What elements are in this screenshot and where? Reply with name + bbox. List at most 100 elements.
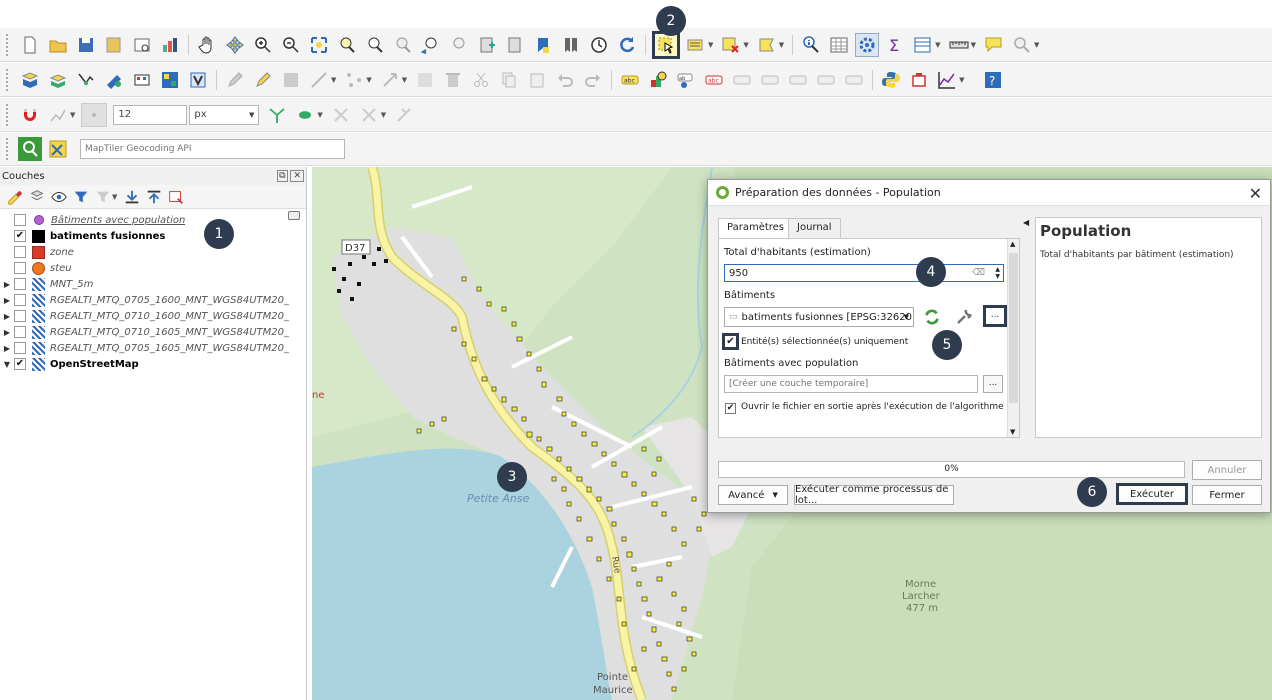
add-mesh-icon[interactable] <box>130 68 154 92</box>
chevron-down-icon[interactable]: ▼ <box>708 41 713 49</box>
layer-row-batiments-population[interactable]: Bâtiments avec population <box>0 212 306 228</box>
layer-row-mnt[interactable]: ▶ MNT_5m <box>0 276 306 292</box>
close-icon[interactable]: ✕ <box>1249 184 1262 203</box>
layer-checkbox[interactable] <box>14 278 26 290</box>
data-source-manager-icon[interactable] <box>18 68 42 92</box>
add-group-icon[interactable] <box>28 185 46 209</box>
snap-intersection-icon[interactable] <box>293 103 317 127</box>
move-feature-icon[interactable] <box>378 68 402 92</box>
chevron-down-icon[interactable]: ▼ <box>381 111 386 119</box>
advanced-button[interactable]: Avancé ▼ <box>718 485 788 505</box>
search-disabled-icon[interactable] <box>1010 33 1034 57</box>
identify-icon[interactable] <box>799 33 823 57</box>
scroll-down-icon[interactable]: ▼ <box>1010 428 1015 436</box>
layer-checkbox[interactable] <box>14 214 26 226</box>
run-button[interactable]: Exécuter <box>1116 483 1188 505</box>
chevron-down-icon[interactable]: ▼ <box>971 41 976 49</box>
help-icon[interactable]: ? <box>981 68 1005 92</box>
layer-checkbox[interactable]: ✔ <box>14 358 26 370</box>
chevron-down-icon[interactable]: ▼ <box>112 193 117 201</box>
digitize-line-icon[interactable] <box>307 68 331 92</box>
geocoder-locate-icon[interactable] <box>46 137 70 161</box>
snap-tolerance-input[interactable] <box>113 104 188 125</box>
paste-icon[interactable] <box>525 68 549 92</box>
topological-editing-icon[interactable] <box>265 103 289 127</box>
save-project-icon[interactable] <box>74 33 98 57</box>
profile-tool-icon[interactable] <box>935 68 959 92</box>
remove-layer-icon[interactable] <box>167 185 185 209</box>
chevron-down-icon[interactable]: ▼ <box>959 76 964 84</box>
batiments-layer-select[interactable]: ▭ batiments fusionnes [EPSG:32620] ▼ <box>724 307 914 327</box>
copy-icon[interactable] <box>497 68 521 92</box>
self-snap-icon[interactable] <box>329 103 353 127</box>
chevron-down-icon[interactable]: ▼ <box>366 76 371 84</box>
refresh-icon[interactable] <box>615 33 639 57</box>
spin-arrows-icon[interactable]: ▲ ▼ <box>995 266 1000 280</box>
expand-all-icon[interactable] <box>123 185 141 209</box>
toolbar-grip[interactable] <box>6 33 12 56</box>
style-brush-icon[interactable] <box>6 185 24 209</box>
processing-toolbox-icon[interactable] <box>855 32 880 57</box>
layer-row-zone[interactable]: zone <box>0 244 306 260</box>
output-path-input[interactable] <box>724 375 978 393</box>
tab-parametres[interactable]: Paramètres <box>718 218 794 238</box>
layer-checkbox[interactable] <box>14 294 26 306</box>
toolbar-grip[interactable] <box>6 68 12 91</box>
bookmark-icon[interactable] <box>531 33 555 57</box>
habitants-spinbox[interactable]: 950 ⌫ ▲ ▼ <box>724 264 1004 282</box>
save-as-icon[interactable] <box>102 33 126 57</box>
expand-arrow-icon[interactable]: ▶ <box>0 312 14 321</box>
expand-arrow-icon[interactable]: ▶ <box>0 280 14 289</box>
undo-icon[interactable] <box>553 68 577 92</box>
zoom-full-icon[interactable] <box>307 33 331 57</box>
avoid-overlap-icon[interactable] <box>392 103 416 127</box>
iterate-icon[interactable] <box>922 308 942 326</box>
redo-icon[interactable] <box>581 68 605 92</box>
clock-icon[interactable] <box>587 33 611 57</box>
vertex-tool-icon[interactable] <box>342 68 366 92</box>
layer-row-steu[interactable]: steu <box>0 260 306 276</box>
expand-arrow-icon[interactable]: ▶ <box>0 328 14 337</box>
label-icon[interactable]: abc <box>618 68 642 92</box>
chevron-down-icon[interactable]: ▼ <box>331 76 336 84</box>
layer-row-rgealti-4[interactable]: ▶ RGEALTI_MTQ_0705_1605_MNT_WGS84UTM20_ <box>0 340 306 356</box>
scroll-thumb[interactable] <box>1009 253 1018 403</box>
show-bookmarks-icon[interactable] <box>503 33 527 57</box>
select-by-value-icon[interactable] <box>684 33 708 57</box>
label-extra-icon[interactable] <box>842 68 866 92</box>
new-project-icon[interactable] <box>18 33 42 57</box>
cancel-button[interactable]: Annuler <box>1192 460 1262 480</box>
toolbar-grip[interactable] <box>6 138 12 160</box>
zoom-next-icon[interactable] <box>447 33 471 57</box>
layer-row-rgealti-3[interactable]: ▶ RGEALTI_MTQ_0710_1605_MNT_WGS84UTM20_ <box>0 324 306 340</box>
layer-checkbox[interactable] <box>14 342 26 354</box>
delete-icon[interactable] <box>441 68 465 92</box>
open-table-icon[interactable] <box>911 33 935 57</box>
geocoder-search-icon[interactable] <box>18 137 42 161</box>
tab-journal[interactable]: Journal <box>788 218 841 238</box>
modify-attributes-icon[interactable] <box>413 68 437 92</box>
toolbar-grip[interactable] <box>6 103 12 126</box>
pan-to-selection-icon[interactable] <box>223 33 247 57</box>
move-label-icon[interactable] <box>730 68 754 92</box>
snap-type-icon[interactable] <box>81 102 108 127</box>
add-raster-icon[interactable] <box>102 68 126 92</box>
new-layer-icon[interactable] <box>46 68 70 92</box>
output-browse-button[interactable]: ... <box>983 375 1003 393</box>
snap-mode-icon[interactable] <box>46 103 70 127</box>
attribute-table-icon[interactable] <box>827 33 851 57</box>
pin-label-icon[interactable]: ab <box>674 68 698 92</box>
pan-icon[interactable] <box>195 33 219 57</box>
geocoder-input[interactable] <box>80 139 345 159</box>
zoom-out-icon[interactable] <box>279 33 303 57</box>
float-panel-icon[interactable]: ⧉ <box>277 170 288 182</box>
zoom-last-icon[interactable] <box>419 33 443 57</box>
layer-checkbox[interactable] <box>14 326 26 338</box>
print-layout-icon[interactable] <box>130 33 154 57</box>
expand-arrow-icon[interactable]: ▶ <box>0 296 14 305</box>
scroll-up-icon[interactable]: ▲ <box>1010 240 1015 248</box>
layer-row-batiments-fusionnes[interactable]: ✔ batiments fusionnes <box>0 228 306 244</box>
add-vector-icon[interactable] <box>74 68 98 92</box>
layer-row-openstreetmap[interactable]: ▼ ✔ OpenStreetMap <box>0 356 306 372</box>
label-props-icon[interactable] <box>814 68 838 92</box>
